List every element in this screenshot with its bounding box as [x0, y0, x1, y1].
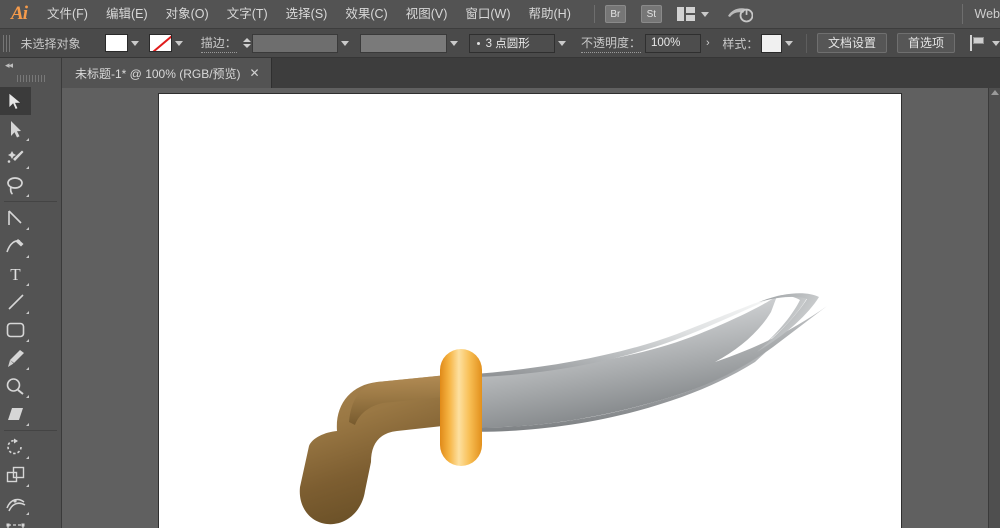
stroke-weight-label: 描边：: [201, 34, 237, 53]
guard-ring: [440, 349, 482, 466]
tool-direct-selection[interactable]: [0, 115, 31, 143]
creative-cloud-icon[interactable]: [727, 6, 753, 23]
brush-definition-chevron-icon[interactable]: [555, 34, 569, 53]
document-tab-bar: 未标题-1* @ 100% (RGB/预览) ✕: [0, 58, 1000, 88]
variable-width-chevron-icon[interactable]: [447, 34, 461, 53]
tool-rotate[interactable]: [0, 433, 31, 461]
illustrator-window: Ai 文件(F) 编辑(E) 对象(O) 文字(T) 选择(S) 效果(C) 视…: [0, 0, 1000, 528]
collapse-panel-icon[interactable]: ◂◂: [0, 58, 61, 72]
stroke-weight-chevron-icon[interactable]: [338, 34, 352, 53]
graphic-style-swatch[interactable]: [761, 34, 782, 53]
arrange-glyph-icon: [677, 7, 695, 21]
control-bar-grip[interactable]: [3, 35, 10, 52]
machete-knife-illustration[interactable]: [159, 94, 903, 528]
fill-dropdown-chevron-icon[interactable]: [128, 34, 143, 53]
tool-rectangle[interactable]: [0, 316, 31, 344]
menu-type[interactable]: 文字(T): [218, 0, 277, 29]
document-setup-button[interactable]: 文档设置: [817, 33, 887, 53]
document-tab[interactable]: 未标题-1* @ 100% (RGB/预览) ✕: [62, 58, 272, 88]
tools-panel: ◂◂: [0, 58, 62, 528]
menu-help[interactable]: 帮助(H): [520, 0, 580, 29]
tool-divider: [4, 201, 57, 202]
menu-select[interactable]: 选择(S): [277, 0, 337, 29]
brush-definition-label: 3 点圆形: [486, 35, 530, 51]
bridge-icon[interactable]: Br: [605, 5, 626, 23]
tool-magic-wand[interactable]: [0, 143, 31, 171]
tool-width[interactable]: [0, 489, 31, 517]
stroke-weight-input[interactable]: [252, 34, 338, 53]
tool-grid: T: [0, 87, 61, 528]
tool-line-segment[interactable]: [0, 288, 31, 316]
tool-pen[interactable]: [0, 204, 31, 232]
stroke-color-swatch[interactable]: [149, 34, 172, 52]
align-icon: [969, 35, 986, 51]
arrange-documents-icon[interactable]: [677, 7, 709, 21]
tool-divider-2: [4, 430, 57, 431]
style-label: 样式：: [722, 35, 758, 52]
scroll-up-arrow-icon[interactable]: [991, 90, 999, 95]
graphic-style-chevron-icon[interactable]: [782, 34, 796, 53]
menu-divider: [594, 5, 595, 23]
stock-icon[interactable]: St: [641, 5, 662, 23]
brush-dot-icon: [477, 42, 480, 45]
control-bar: 未选择对象 描边： 3 点圆形 不透明度： 100% › 样式： 文档设置: [0, 29, 1000, 58]
tool-free-transform[interactable]: [0, 517, 31, 528]
cc-swoosh-icon: [727, 6, 753, 23]
variable-width-profile-input[interactable]: [360, 34, 447, 53]
stroke-dropdown-chevron-icon[interactable]: [172, 34, 187, 53]
tool-type[interactable]: T: [0, 260, 31, 288]
tool-shaper[interactable]: [0, 372, 31, 400]
selection-status-label: 未选择对象: [15, 35, 101, 52]
wooden-handle: [300, 375, 461, 524]
menu-object[interactable]: 对象(O): [157, 0, 218, 29]
menu-file[interactable]: 文件(F): [38, 0, 97, 29]
chevron-down-icon: [701, 12, 709, 17]
svg-text:T: T: [10, 265, 21, 283]
tool-curvature[interactable]: [0, 232, 31, 260]
menu-bar: Ai 文件(F) 编辑(E) 对象(O) 文字(T) 选择(S) 效果(C) 视…: [0, 0, 1000, 29]
document-tab-label: 未标题-1* @ 100% (RGB/预览): [75, 65, 241, 82]
opacity-flyout-icon[interactable]: ›: [701, 34, 714, 53]
workspace-switcher[interactable]: Web: [963, 7, 1000, 21]
tool-scale[interactable]: [0, 461, 31, 489]
control-bar-divider: [806, 34, 807, 53]
menu-effect[interactable]: 效果(C): [336, 0, 396, 29]
fill-color-swatch[interactable]: [105, 34, 128, 52]
opacity-label: 不透明度：: [581, 34, 641, 53]
tool-selection[interactable]: [0, 87, 31, 115]
brush-definition-input[interactable]: 3 点圆形: [469, 34, 555, 53]
menu-view[interactable]: 视图(V): [397, 0, 457, 29]
align-chevron-down-icon: [992, 41, 1000, 46]
tool-lasso[interactable]: [0, 171, 31, 199]
tool-eraser[interactable]: [0, 400, 31, 428]
menu-window[interactable]: 窗口(W): [456, 0, 519, 29]
app-logo-icon: Ai: [0, 0, 38, 29]
opacity-input[interactable]: 100%: [645, 34, 701, 53]
preferences-button[interactable]: 首选项: [897, 33, 955, 53]
vertical-scrollbar[interactable]: [988, 88, 1000, 528]
tool-paintbrush[interactable]: [0, 344, 31, 372]
menu-edit[interactable]: 编辑(E): [97, 0, 157, 29]
tools-panel-grip[interactable]: [17, 73, 45, 84]
artboard[interactable]: [158, 93, 902, 528]
close-icon[interactable]: ✕: [250, 67, 260, 79]
steel-blade: [445, 295, 827, 432]
stroke-weight-stepper[interactable]: [242, 34, 252, 52]
canvas-area[interactable]: [62, 88, 988, 528]
align-menu-button[interactable]: [969, 35, 1000, 51]
